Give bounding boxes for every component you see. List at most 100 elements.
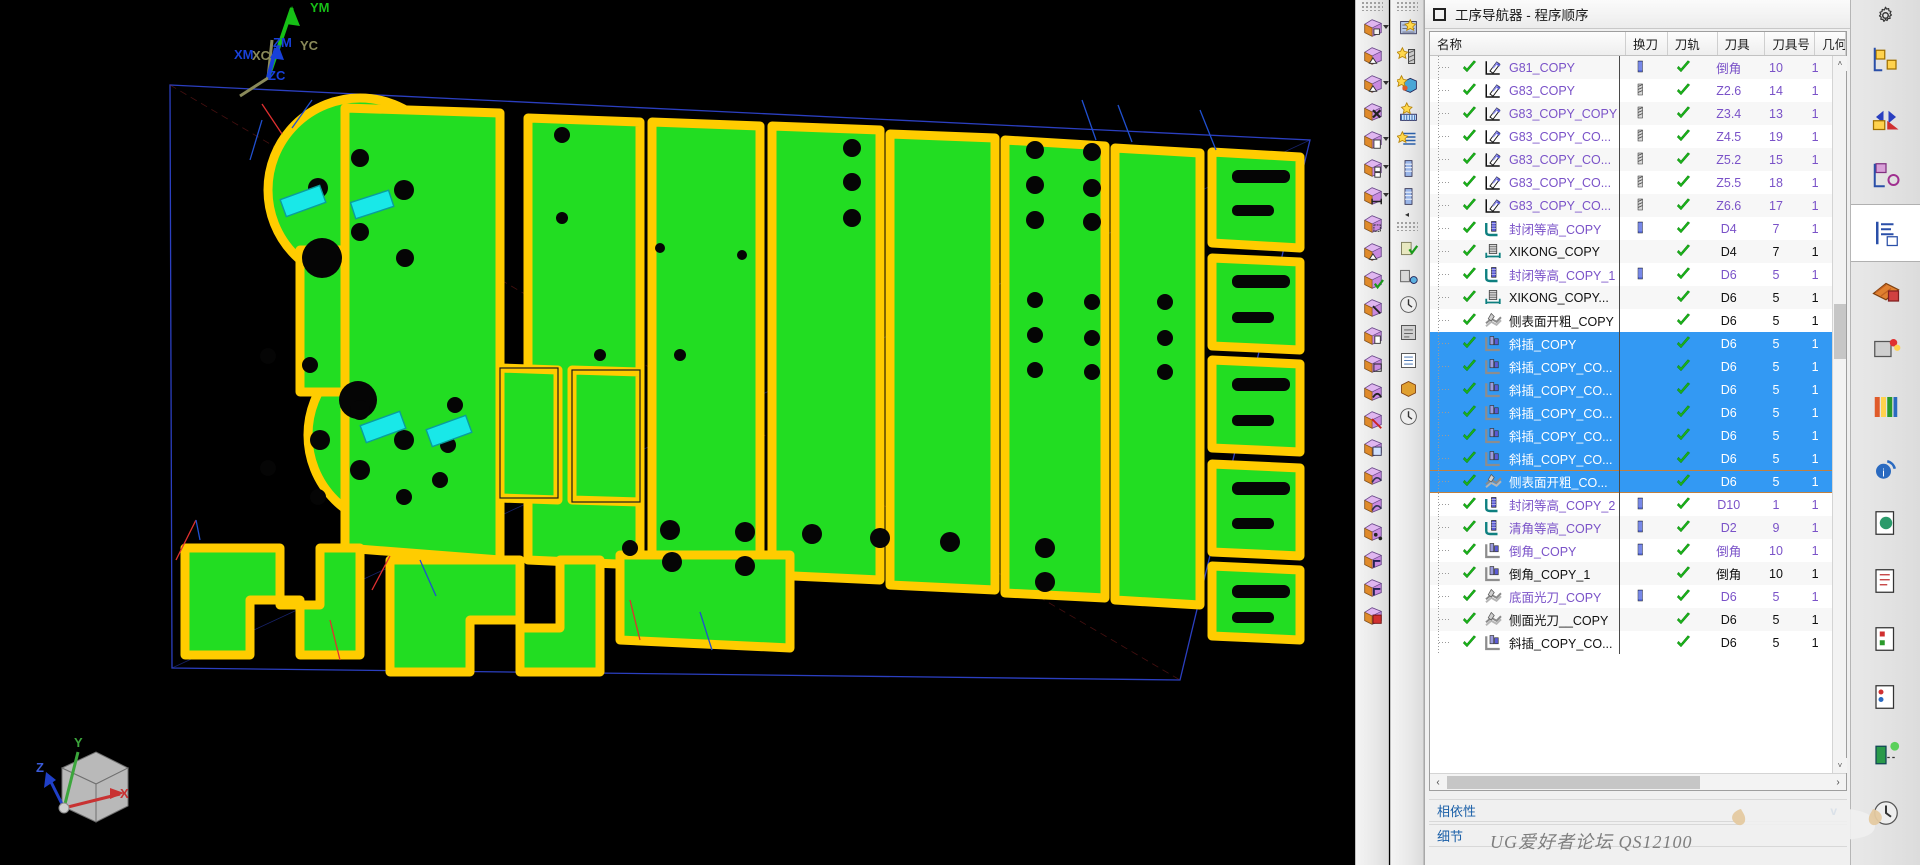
cell-tool[interactable]: Z6.6	[1708, 194, 1754, 217]
cell-tool[interactable]: Z2.6	[1708, 79, 1754, 102]
cell-tool[interactable]: Z5.2	[1708, 148, 1754, 171]
cell-tool-number[interactable]: 19	[1754, 125, 1802, 148]
cell-toolpath-status[interactable]	[1660, 493, 1708, 516]
system-scenes-icon[interactable]	[1851, 726, 1920, 784]
horizontal-scrollbar[interactable]: ‹ ›	[1430, 773, 1846, 790]
split-body-icon[interactable]	[1356, 406, 1390, 434]
offset-face-icon[interactable]	[1356, 322, 1390, 350]
cell-toolchange[interactable]	[1619, 585, 1659, 608]
cell-geometry[interactable]: 1	[1802, 585, 1832, 608]
cell-geometry[interactable]: 1	[1802, 562, 1832, 585]
cell-name[interactable]: G83_COPY_CO...	[1430, 194, 1619, 217]
operation-list[interactable]: 名称 换刀 刀轨 刀具 刀具号 几何.. G81_COPY倒角101G83_CO…	[1429, 31, 1847, 791]
cell-tool-number[interactable]: 5	[1754, 608, 1802, 631]
cell-toolpath-status[interactable]	[1660, 608, 1708, 631]
cell-name[interactable]: 封闭等高_COPY_2	[1430, 493, 1619, 516]
cell-toolchange[interactable]	[1619, 631, 1659, 654]
chevron-down-icon[interactable]	[1383, 25, 1389, 29]
cell-toolchange[interactable]	[1619, 378, 1659, 401]
shop-doc-icon[interactable]	[1391, 346, 1425, 374]
cell-toolpath-status[interactable]	[1660, 355, 1708, 378]
cell-toolpath-status[interactable]	[1660, 56, 1708, 79]
cell-name[interactable]: 侧面光刀__COPY	[1430, 608, 1619, 631]
machine-sim-icon[interactable]	[1391, 374, 1425, 402]
post-process-icon[interactable]	[1391, 318, 1425, 346]
column-header-geometry[interactable]: 几何..	[1815, 32, 1846, 55]
cell-toolchange[interactable]	[1619, 79, 1659, 102]
reuse-library-icon[interactable]	[1851, 146, 1920, 204]
status-check-icon[interactable]	[1461, 427, 1480, 444]
table-row[interactable]: 斜插_COPY_CO... D6 5 1	[1430, 631, 1832, 654]
cell-toolchange[interactable]	[1619, 447, 1659, 470]
table-row[interactable]: 底面光刀_COPY D6 5 1	[1430, 585, 1832, 608]
cell-tool[interactable]: D4	[1708, 240, 1754, 263]
cell-toolchange[interactable]	[1619, 56, 1659, 79]
cell-toolpath-status[interactable]	[1660, 378, 1708, 401]
status-check-icon[interactable]	[1461, 312, 1480, 329]
wcs-icon[interactable]	[1356, 546, 1390, 574]
cell-tool[interactable]: D6	[1708, 332, 1754, 355]
chevron-down-icon[interactable]	[1383, 165, 1389, 169]
toolbar-grip[interactable]	[1396, 222, 1418, 231]
datum-plane-icon[interactable]	[1356, 434, 1390, 462]
gouge-check-icon[interactable]	[1391, 290, 1425, 318]
cell-geometry[interactable]: 1	[1802, 470, 1832, 493]
cell-name[interactable]: 清角等高_COPY	[1430, 516, 1619, 539]
cell-geometry[interactable]: 1	[1802, 286, 1832, 309]
cell-name[interactable]: XIKONG_COPY...	[1430, 286, 1619, 309]
delete-face-icon[interactable]	[1356, 98, 1390, 126]
cell-name[interactable]: 斜插_COPY_CO...	[1430, 378, 1619, 401]
cell-tool[interactable]: D6	[1708, 401, 1754, 424]
table-row[interactable]: 斜插_COPY_CO... D6 5 1	[1430, 424, 1832, 447]
sketch-icon[interactable]	[1356, 462, 1390, 490]
cell-tool[interactable]: D2	[1708, 516, 1754, 539]
cell-geometry[interactable]: 1	[1802, 332, 1832, 355]
cell-tool-number[interactable]: 5	[1754, 332, 1802, 355]
cell-toolchange[interactable]	[1619, 240, 1659, 263]
status-check-icon[interactable]	[1461, 128, 1480, 145]
cell-toolchange[interactable]	[1619, 355, 1659, 378]
cell-toolpath-status[interactable]	[1660, 309, 1708, 332]
cell-tool-number[interactable]: 5	[1754, 424, 1802, 447]
cell-tool[interactable]: D6	[1708, 470, 1754, 493]
cell-geometry[interactable]: 1	[1802, 217, 1832, 240]
cell-tool[interactable]: Z3.4	[1708, 102, 1754, 125]
status-check-icon[interactable]	[1461, 358, 1480, 375]
cell-name[interactable]: G83_COPY_CO...	[1430, 148, 1619, 171]
chevron-down-icon[interactable]	[1383, 81, 1389, 85]
zlevel-profile-icon[interactable]	[1391, 98, 1425, 126]
column-header-toolnumber[interactable]: 刀具号	[1765, 32, 1816, 55]
pattern-body-icon[interactable]	[1356, 154, 1390, 182]
cell-toolchange[interactable]	[1619, 309, 1659, 332]
cell-name[interactable]: 底面光刀_COPY	[1430, 585, 1619, 608]
table-row[interactable]: 倒角_COPY_1 倒角 10 1	[1430, 562, 1832, 585]
table-row[interactable]: G83_COPY_COPY Z3.4 13 1	[1430, 102, 1832, 125]
cell-geometry[interactable]: 1	[1802, 447, 1832, 470]
status-check-icon[interactable]	[1461, 59, 1480, 76]
status-check-icon[interactable]	[1461, 82, 1480, 99]
manufacturing-wizard-icon[interactable]	[1851, 610, 1920, 668]
cell-tool-number[interactable]: 5	[1754, 585, 1802, 608]
status-check-icon[interactable]	[1461, 335, 1480, 352]
cell-tool-number[interactable]: 10	[1754, 56, 1802, 79]
status-check-icon[interactable]	[1461, 588, 1480, 605]
cell-toolchange[interactable]	[1619, 608, 1659, 631]
cell-geometry[interactable]: 1	[1802, 516, 1832, 539]
status-check-icon[interactable]	[1461, 542, 1480, 559]
vertical-scroll-thumb[interactable]	[1834, 304, 1846, 359]
variable-contour-icon[interactable]	[1391, 154, 1425, 182]
vertical-scrollbar[interactable]: ˄ ˅	[1832, 56, 1847, 773]
cell-geometry[interactable]: 1	[1802, 171, 1832, 194]
table-row[interactable]: XIKONG_COPY... D6 5 1	[1430, 286, 1832, 309]
resource-bar[interactable]: i	[1850, 0, 1920, 865]
horizontal-scroll-thumb[interactable]	[1447, 775, 1700, 789]
cell-name[interactable]: 斜插_COPY_CO...	[1430, 355, 1619, 378]
tool-path-sim-icon[interactable]	[1391, 262, 1425, 290]
status-check-icon[interactable]	[1461, 243, 1480, 260]
cell-tool[interactable]: D6	[1708, 585, 1754, 608]
cell-tool[interactable]: D6	[1708, 608, 1754, 631]
taper-body-icon[interactable]	[1356, 238, 1390, 266]
cell-tool-number[interactable]: 14	[1754, 79, 1802, 102]
manufacturing-toolbar-column-2[interactable]: ◂	[1390, 0, 1424, 865]
cell-tool-number[interactable]: 10	[1754, 539, 1802, 562]
